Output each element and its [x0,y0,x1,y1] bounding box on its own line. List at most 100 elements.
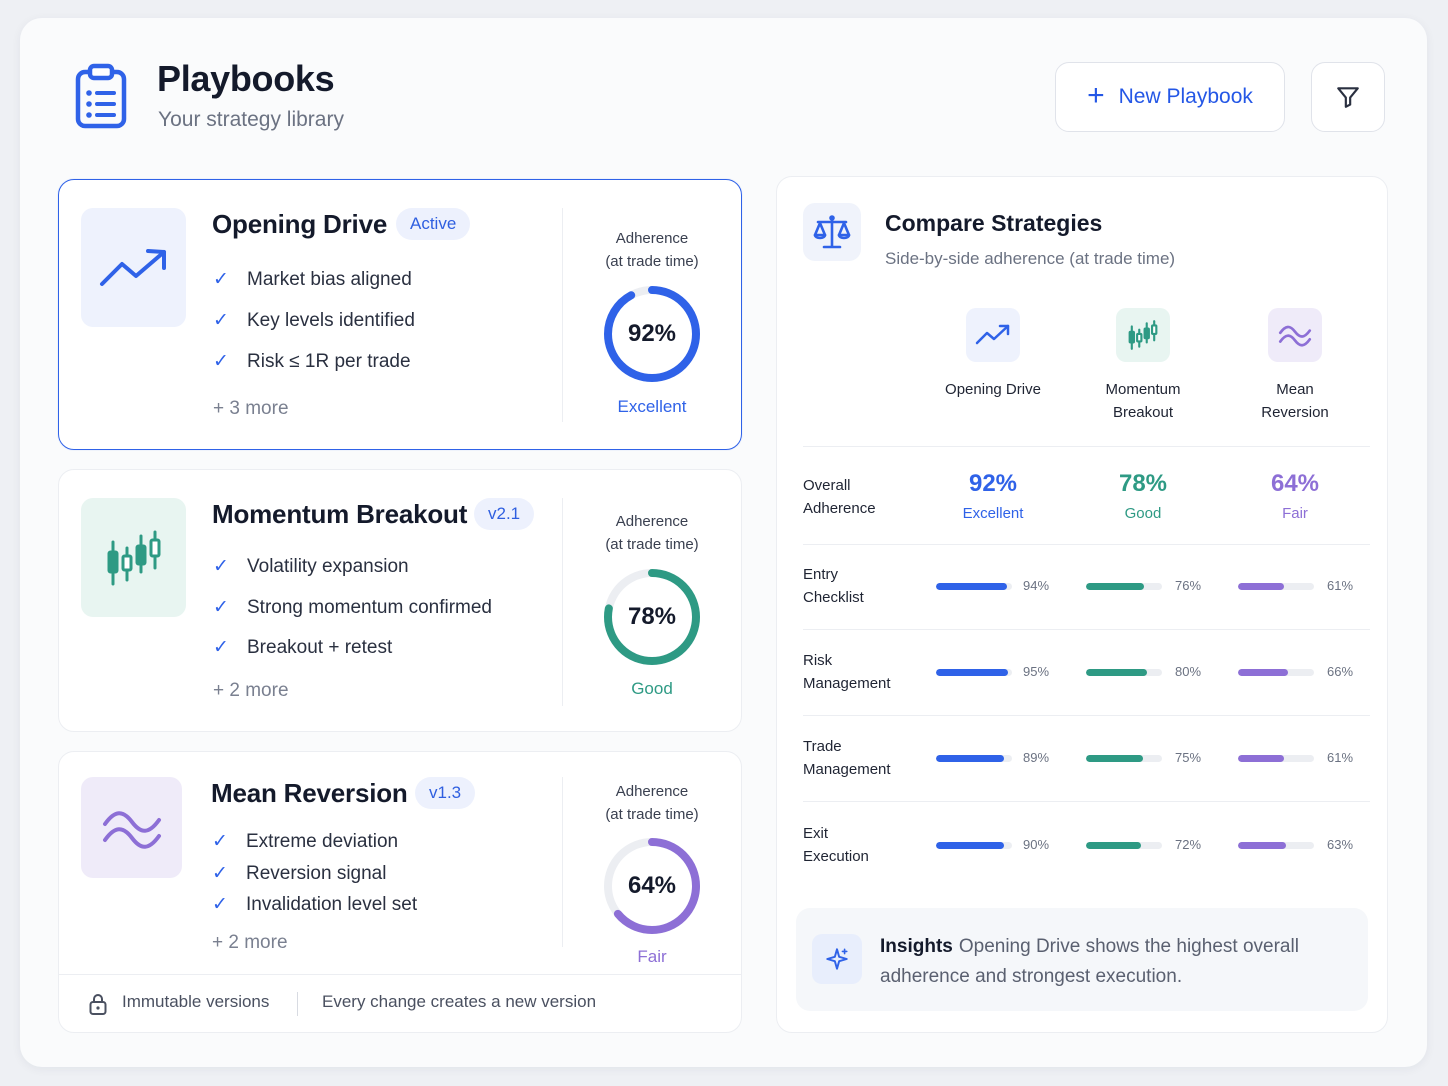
metric-bar [1238,669,1314,676]
wave-icon [102,810,161,849]
playbook-name: Momentum Breakout [212,499,468,529]
new-playbook-button[interactable]: + New Playbook [1055,62,1285,132]
page-subtitle: Your strategy library [158,108,344,131]
divider [562,498,563,706]
criteria-item: ✓ Extreme deviation [212,830,399,853]
adherence-value: 78% [627,603,677,630]
metric-bar [936,583,1012,590]
metric-bar-fill [1086,583,1144,590]
metric-bar [1238,755,1314,762]
insight-title: Insights [880,936,953,957]
metric-bar-fill [936,583,1008,590]
criteria-item: ✓ Strong momentum confirmed [213,596,492,619]
check-icon: ✓ [213,637,229,658]
metric-value: 95% [1023,664,1050,679]
overall-value: 64% [1270,470,1320,497]
playbook-thumb [81,208,186,327]
adherence-rating: Excellent [617,397,687,416]
trend-up-icon [99,248,166,286]
metric-bar [936,842,1012,849]
criteria-item: ✓ Reversion signal [212,862,387,885]
more-criteria-link[interactable]: + 2 more [213,680,289,702]
check-icon: ✓ [212,831,228,852]
scale-icon [803,203,861,261]
playbook-card-momentum-breakout[interactable]: Momentum Breakout v2.1 ✓ Volatility expan… [58,469,742,732]
adherence-value: 64% [627,872,677,899]
column-thumb[interactable] [1116,308,1170,362]
metric-value: 63% [1327,837,1354,852]
page-title: Playbooks [157,58,335,99]
clipboard-list-icon [74,63,128,129]
metric-bar-fill [936,755,1004,762]
criteria-item: ✓ Invalidation level set [212,893,418,916]
criteria-item: ✓ Key levels identified [213,309,415,332]
row-divider [803,446,1370,447]
row-divider [803,544,1370,545]
metric-bar-fill [936,842,1005,849]
adherence-rating: Good [631,679,673,698]
immutable-versions-text: Immutable versions [122,992,270,1011]
playbook-card-mean-reversion[interactable]: Mean Reversion v1.3 ✓ Extreme deviation ✓… [58,751,742,1033]
metric-value: 80% [1175,664,1202,679]
playbook-name: Mean Reversion [211,778,408,808]
overall-value: 78% [1118,470,1168,497]
more-criteria-link[interactable]: + 2 more [212,932,288,954]
check-icon: ✓ [213,351,229,372]
check-icon: ✓ [212,863,228,884]
filter-icon [1337,87,1359,108]
check-icon: ✓ [213,310,229,331]
adherence-label: Adherence (at trade time) [605,783,699,823]
metric-row-label: Trade Management [803,738,891,778]
divider [562,777,563,947]
column-thumb[interactable] [1268,308,1322,362]
metric-bar [1086,842,1162,849]
column-thumb[interactable] [966,308,1020,362]
wave-icon [1278,325,1312,347]
metric-bar [1238,583,1314,590]
row-divider [803,629,1370,630]
metric-bar [936,669,1012,676]
candlestick-icon [1128,320,1158,350]
metric-value: 75% [1175,750,1202,765]
lock-icon [89,994,107,1015]
metric-bar-fill [1086,842,1141,849]
check-icon: ✓ [212,894,228,915]
metric-bar-fill [1086,669,1147,676]
trend-up-icon [975,324,1010,345]
version-badge: v1.3 [415,777,476,809]
metric-bar-fill [936,669,1009,676]
overall-rating: Fair [1282,505,1308,522]
metric-bar [1086,583,1162,590]
criteria-item: ✓ Risk ≤ 1R per trade [213,350,411,373]
adherence-label: Adherence (at trade time) [605,230,699,270]
metric-bar-fill [1086,755,1143,762]
more-criteria-link[interactable]: + 3 more [213,398,289,420]
column-name: Mean Reversion [1261,381,1329,421]
metric-value: 72% [1175,837,1202,852]
metric-value: 61% [1327,750,1354,765]
metric-value: 90% [1023,837,1050,852]
compare-subtitle: Side-by-side adherence (at trade time) [885,249,1176,268]
metric-row-label: Exit Execution [803,825,869,865]
adherence-rating: Fair [637,947,667,966]
criteria-item: ✓ Volatility expansion [213,555,409,578]
criteria-item: ✓ Market bias aligned [213,268,412,291]
metric-row-label: Risk Management [803,652,891,692]
playbook-thumb [81,498,186,617]
version-badge: v2.1 [474,498,535,530]
metric-value: 94% [1023,578,1050,593]
divider [562,208,563,422]
metric-value: 61% [1327,578,1354,593]
status-badge: Active [396,208,471,240]
metric-value: 76% [1175,578,1202,593]
compare-title: Compare Strategies [885,210,1103,236]
criteria-item: ✓ Breakout + retest [213,636,393,659]
filter-button[interactable] [1311,62,1385,132]
column-name: Opening Drive [945,381,1041,398]
candlestick-icon [107,530,160,585]
metric-bar [936,755,1012,762]
metric-bar [1086,669,1162,676]
playbook-card-opening-drive[interactable]: Opening Drive Active ✓ Market bias aligne… [58,179,742,450]
compare-panel [776,176,1388,1033]
overall-rating: Excellent [962,505,1024,522]
